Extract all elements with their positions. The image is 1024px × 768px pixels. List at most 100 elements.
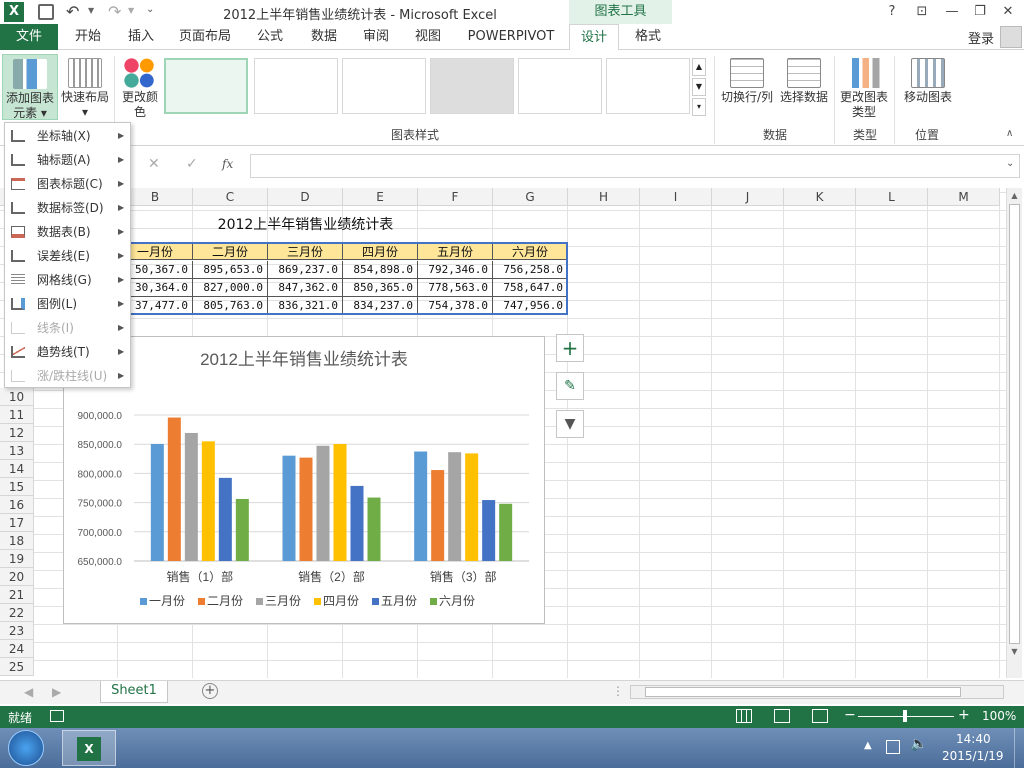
menu-item-error-bars[interactable]: 误差线(E) ▶	[5, 244, 130, 268]
save-icon[interactable]	[38, 4, 54, 20]
add-sheet-icon[interactable]: +	[202, 683, 218, 699]
undo-dropdown-icon[interactable]: ▼	[88, 6, 94, 15]
chart-bar[interactable]	[448, 452, 462, 561]
chart-bar[interactable]	[414, 451, 428, 561]
chart-style-thumb-6[interactable]	[606, 58, 690, 114]
row-header-13[interactable]: 13	[0, 442, 34, 460]
row-header-18[interactable]: 18	[0, 532, 34, 550]
chart-bar[interactable]	[333, 443, 347, 561]
chart-bar[interactable]	[482, 500, 496, 561]
show-desktop-button[interactable]	[1014, 728, 1024, 768]
column-header-k[interactable]: K	[784, 188, 856, 206]
menu-item-axes[interactable]: 坐标轴(X) ▶	[5, 124, 130, 148]
data-cell[interactable]: 747,956.0	[493, 297, 568, 315]
data-cell[interactable]: 805,763.0	[193, 297, 268, 315]
chart-style-thumb-1[interactable]	[164, 58, 248, 114]
chart-bar[interactable]	[350, 485, 364, 561]
tab-home[interactable]: 开始	[64, 24, 112, 50]
column-header-j[interactable]: J	[712, 188, 784, 206]
zoom-slider-thumb[interactable]	[903, 710, 907, 722]
header-cell-jun[interactable]: 六月份	[493, 242, 568, 260]
chart-area[interactable]: 2012上半年销售业绩统计表 650,000.0 700,000.0 750,000…	[63, 336, 545, 624]
formula-input[interactable]	[250, 154, 1020, 178]
tab-view[interactable]: 视图	[406, 24, 450, 50]
column-header-c[interactable]: C	[193, 188, 268, 206]
data-cell[interactable]: 847,362.0	[268, 279, 343, 297]
clock-date[interactable]: 2015/1/19	[942, 749, 1004, 763]
chart-bar[interactable]	[299, 457, 313, 561]
zoom-level[interactable]: 100%	[982, 709, 1016, 723]
chart-bar[interactable]	[201, 441, 215, 561]
zoom-in-icon[interactable]: +	[958, 707, 970, 723]
styles-scroll-up-icon[interactable]: ▲	[692, 58, 706, 76]
column-header-h[interactable]: H	[568, 188, 640, 206]
scroll-up-icon[interactable]: ▲	[1007, 188, 1022, 204]
data-cell[interactable]: 895,653.0	[193, 261, 268, 279]
move-chart-button[interactable]: 移动图表	[898, 54, 958, 114]
menu-item-axis-titles[interactable]: 轴标题(A) ▶	[5, 148, 130, 172]
chart-bar[interactable]	[235, 498, 249, 561]
chart-bar[interactable]	[316, 445, 330, 561]
excel-app-icon[interactable]: X	[4, 2, 24, 22]
menu-item-data-table[interactable]: 数据表(B) ▶	[5, 220, 130, 244]
volume-icon[interactable]: 🔈	[910, 736, 927, 752]
data-cell[interactable]: 850,365.0	[343, 279, 418, 297]
chart-elements-button[interactable]: +	[556, 334, 584, 362]
legend-label[interactable]: 五月份	[381, 594, 417, 608]
menu-item-trendline[interactable]: 趋势线(T) ▶	[5, 340, 130, 364]
tab-format[interactable]: 格式	[624, 24, 672, 50]
column-header-i[interactable]: I	[640, 188, 712, 206]
data-cell[interactable]: 827,000.0	[193, 279, 268, 297]
expand-formula-bar-icon[interactable]: ⌄	[1006, 158, 1014, 169]
chart-bar[interactable]	[367, 497, 381, 561]
chart-bar[interactable]	[218, 477, 232, 561]
menu-item-chart-title[interactable]: 图表标题(C) ▶	[5, 172, 130, 196]
data-cell[interactable]: 834,237.0	[343, 297, 418, 315]
prev-sheet-icon[interactable]: ◀	[24, 685, 33, 699]
header-cell-feb[interactable]: 二月份	[193, 242, 268, 260]
data-cell[interactable]: 869,237.0	[268, 261, 343, 279]
menu-item-gridlines[interactable]: 网格线(G) ▶	[5, 268, 130, 292]
show-hidden-icons-icon[interactable]: ▲	[864, 740, 872, 751]
sign-in-link[interactable]: 登录	[968, 28, 994, 47]
styles-scroll-down-icon[interactable]: ▼	[692, 78, 706, 96]
insert-function-button[interactable]: fx	[222, 157, 233, 171]
macro-record-icon[interactable]	[50, 710, 64, 722]
quick-layout-button[interactable]: 快速布局 ▾	[60, 54, 110, 120]
next-sheet-icon[interactable]: ▶	[52, 685, 61, 699]
data-cell[interactable]: 854,898.0	[343, 261, 418, 279]
chart-bar[interactable]	[167, 417, 181, 561]
row-header-17[interactable]: 17	[0, 514, 34, 532]
row-header-11[interactable]: 11	[0, 406, 34, 424]
column-header-e[interactable]: E	[343, 188, 418, 206]
row-header-15[interactable]: 15	[0, 478, 34, 496]
vertical-scroll-thumb[interactable]	[1009, 204, 1020, 644]
tab-insert[interactable]: 插入	[118, 24, 164, 50]
page-layout-view-icon[interactable]	[774, 709, 790, 723]
column-header-m[interactable]: M	[928, 188, 1000, 206]
chart-bar[interactable]	[150, 443, 164, 561]
chart-bar[interactable]	[282, 455, 296, 561]
cancel-entry-icon[interactable]: ✕	[148, 156, 160, 172]
user-avatar-icon[interactable]	[1000, 26, 1022, 48]
minimize-button[interactable]: —	[942, 3, 962, 21]
data-cell[interactable]: 754,378.0	[418, 297, 493, 315]
data-cell[interactable]: 778,563.0	[418, 279, 493, 297]
chart-bar[interactable]	[184, 432, 198, 561]
scroll-down-icon[interactable]: ▼	[1007, 644, 1022, 660]
tab-page-layout[interactable]: 页面布局	[172, 24, 238, 50]
legend-label[interactable]: 三月份	[265, 594, 301, 608]
select-data-button[interactable]: 选择数据	[778, 54, 830, 114]
chart-bar[interactable]	[431, 470, 445, 561]
row-header-20[interactable]: 20	[0, 568, 34, 586]
legend-label[interactable]: 二月份	[207, 594, 243, 608]
start-button-icon[interactable]	[8, 730, 44, 766]
row-header-24[interactable]: 24	[0, 640, 34, 658]
column-header-l[interactable]: L	[856, 188, 928, 206]
redo-dropdown-icon[interactable]: ▼	[128, 6, 134, 15]
data-cell[interactable]: 792,346.0	[418, 261, 493, 279]
legend-label[interactable]: 六月份	[439, 594, 475, 608]
normal-view-icon[interactable]	[736, 709, 752, 723]
clock-time[interactable]: 14:40	[956, 732, 991, 746]
data-cell[interactable]: 836,321.0	[268, 297, 343, 315]
